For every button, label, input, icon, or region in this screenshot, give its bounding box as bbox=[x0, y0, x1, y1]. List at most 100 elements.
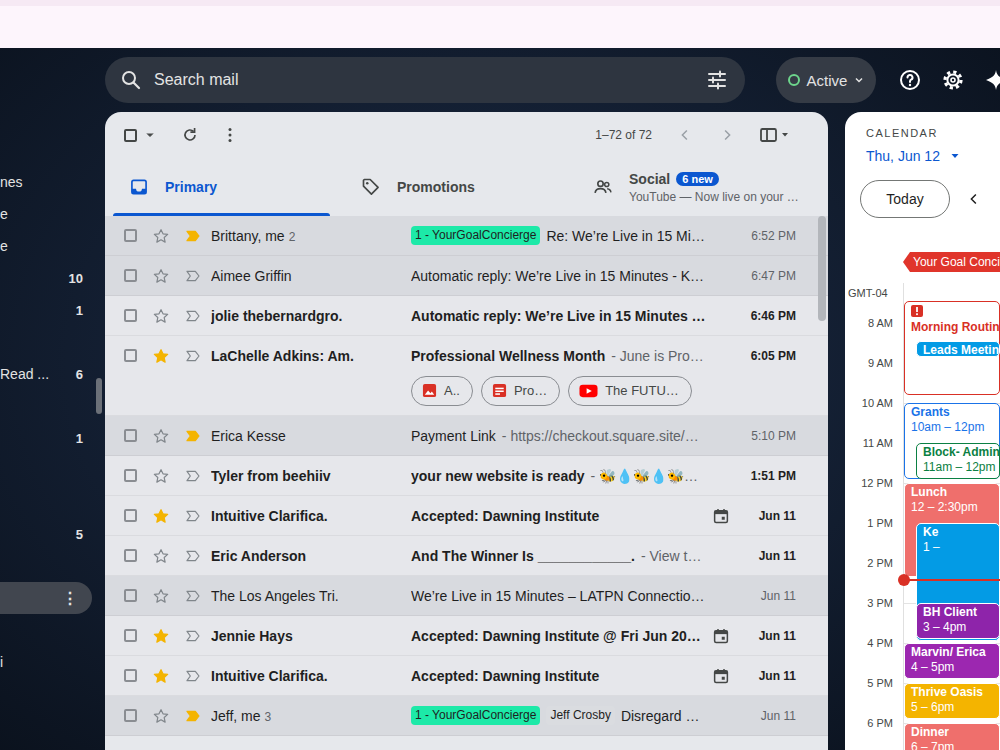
important-marker-icon[interactable] bbox=[185, 508, 201, 524]
star-icon[interactable] bbox=[153, 348, 169, 364]
row-checkbox[interactable] bbox=[124, 229, 137, 242]
important-marker-icon[interactable] bbox=[185, 228, 201, 244]
sidebar-item[interactable]: nes bbox=[0, 166, 95, 198]
sidebar-item[interactable] bbox=[0, 390, 95, 422]
refresh-icon[interactable] bbox=[180, 125, 200, 145]
calendar-event[interactable]: Leads Meeting bbox=[916, 341, 1000, 357]
label-tag[interactable]: 1 - YourGoalConcierge bbox=[411, 706, 540, 725]
chevron-left-icon[interactable] bbox=[676, 126, 694, 144]
all-day-event[interactable]: Your Goal Conci bbox=[903, 252, 1000, 272]
calendar-event[interactable]: Thrive Oasis5 – 6pm bbox=[904, 683, 1000, 719]
status-label[interactable]: Active bbox=[807, 72, 848, 89]
category-tab[interactable]: Promotions bbox=[345, 158, 577, 216]
sidebar-item[interactable] bbox=[0, 326, 95, 358]
star-icon[interactable] bbox=[153, 588, 169, 604]
sidebar-label[interactable]: e bbox=[0, 206, 83, 222]
sidebar-scrollbar[interactable] bbox=[96, 378, 102, 414]
mail-row[interactable]: jolie thebernardgro.Automatic reply: We’… bbox=[105, 296, 828, 336]
caret-down-icon[interactable] bbox=[854, 75, 864, 85]
star-icon[interactable] bbox=[153, 548, 169, 564]
sidebar-item[interactable] bbox=[0, 454, 95, 486]
sidebar-label[interactable]: nes bbox=[0, 174, 83, 190]
caret-down-icon[interactable] bbox=[950, 151, 960, 161]
mail-row[interactable]: Tyler from beehiivyour new website is re… bbox=[105, 456, 828, 496]
important-marker-icon[interactable] bbox=[185, 668, 201, 684]
select-all-checkbox[interactable] bbox=[124, 129, 137, 142]
important-marker-icon[interactable] bbox=[185, 308, 201, 324]
calendar-event[interactable]: Marvin/ Erica4 – 5pm bbox=[904, 643, 1000, 679]
calendar-event[interactable]: Dinner6 – 7pm bbox=[904, 723, 1000, 750]
calendar-date[interactable]: Thu, Jun 12 bbox=[866, 148, 940, 164]
row-checkbox[interactable] bbox=[124, 629, 137, 642]
important-marker-icon[interactable] bbox=[185, 628, 201, 644]
status-selector[interactable]: Active bbox=[776, 57, 876, 103]
search-bar[interactable]: Search mail bbox=[105, 57, 745, 103]
row-checkbox[interactable] bbox=[124, 669, 137, 682]
search-placeholder[interactable]: Search mail bbox=[154, 71, 694, 89]
row-checkbox[interactable] bbox=[124, 309, 137, 322]
sidebar-item[interactable]: e bbox=[0, 230, 95, 262]
mail-row[interactable]: Eric AndersonAnd The Winner Is _________… bbox=[105, 536, 828, 576]
star-icon[interactable] bbox=[153, 708, 169, 724]
mail-row[interactable]: Intuitive Clarifica.Accepted: Dawning In… bbox=[105, 496, 828, 536]
category-tab[interactable]: Social6 newYouTube — Now live on your … bbox=[577, 158, 828, 216]
split-pane-icon[interactable] bbox=[760, 127, 790, 143]
more-vertical-icon[interactable] bbox=[220, 125, 240, 145]
gear-icon[interactable] bbox=[941, 68, 965, 92]
tab-label[interactable]: Promotions bbox=[397, 179, 475, 195]
label-tag[interactable]: Jeff Crosby bbox=[546, 706, 614, 725]
row-checkbox[interactable] bbox=[124, 509, 137, 522]
label-tag[interactable]: 1 - YourGoalConcierge bbox=[411, 226, 540, 245]
sidebar-item[interactable]: e bbox=[0, 198, 95, 230]
mail-row[interactable]: Erica KessePayment Link- https://checkou… bbox=[105, 416, 828, 456]
sidebar-item[interactable]: i bbox=[0, 646, 95, 678]
sparkle-icon[interactable] bbox=[984, 68, 1000, 92]
attachment-chip[interactable]: The FUTU… bbox=[568, 376, 692, 406]
star-icon[interactable] bbox=[153, 268, 169, 284]
important-marker-icon[interactable] bbox=[185, 708, 201, 724]
tab-label[interactable]: Social bbox=[629, 171, 670, 187]
row-checkbox[interactable] bbox=[124, 269, 137, 282]
sidebar-item[interactable] bbox=[0, 486, 95, 518]
star-icon[interactable] bbox=[153, 428, 169, 444]
important-marker-icon[interactable] bbox=[185, 268, 201, 284]
row-checkbox[interactable] bbox=[124, 469, 137, 482]
mail-row[interactable]: Brittany, me21 - YourGoalConciergeRe: We… bbox=[105, 216, 828, 256]
attachment-chip[interactable]: Pro… bbox=[481, 376, 560, 406]
sidebar-more-button[interactable]: ⋮ bbox=[62, 589, 78, 608]
star-icon[interactable] bbox=[153, 668, 169, 684]
filter-icon[interactable] bbox=[705, 68, 729, 92]
row-checkbox[interactable] bbox=[124, 349, 137, 362]
important-marker-icon[interactable] bbox=[185, 588, 201, 604]
sidebar-label[interactable]: Read ... bbox=[0, 366, 76, 382]
calendar-date-picker[interactable]: Thu, Jun 12 bbox=[866, 146, 1000, 166]
important-marker-icon[interactable] bbox=[185, 548, 201, 564]
today-button[interactable]: Today bbox=[860, 180, 950, 218]
attachment-chip[interactable]: A.. bbox=[411, 376, 473, 406]
chevron-left-icon[interactable] bbox=[965, 190, 983, 208]
important-marker-icon[interactable] bbox=[185, 428, 201, 444]
sidebar-label[interactable]: i bbox=[0, 654, 83, 670]
mail-row[interactable]: LaChelle Adkins: Am.Professional Wellnes… bbox=[105, 336, 828, 416]
sidebar-label[interactable]: e bbox=[0, 238, 83, 254]
mail-row[interactable]: Jennie HaysAccepted: Dawning Institute @… bbox=[105, 616, 828, 656]
sidebar-item[interactable]: 10 bbox=[0, 262, 95, 294]
chevron-right-icon[interactable] bbox=[718, 126, 736, 144]
row-checkbox[interactable] bbox=[124, 709, 137, 722]
star-icon[interactable] bbox=[153, 508, 169, 524]
mail-row[interactable]: Intuitive Clarifica.Accepted: Dawning In… bbox=[105, 656, 828, 696]
star-icon[interactable] bbox=[153, 228, 169, 244]
calendar-event[interactable]: BH Client3 – 4pm bbox=[916, 603, 1000, 639]
calendar-invite-icon[interactable] bbox=[712, 507, 730, 525]
sidebar-item[interactable]: 1 bbox=[0, 294, 95, 326]
sidebar-item[interactable]: 1 bbox=[0, 422, 95, 454]
mail-scrollbar[interactable] bbox=[818, 216, 826, 321]
calendar-invite-icon[interactable] bbox=[712, 667, 730, 685]
sidebar-item[interactable]: ⋮ bbox=[0, 582, 92, 614]
sidebar-item[interactable]: Read ...6 bbox=[0, 358, 95, 390]
mail-row[interactable]: Aimee GriffinAutomatic reply: We’re Live… bbox=[105, 256, 828, 296]
mail-row[interactable]: The Los Angeles Tri.We’re Live in 15 Min… bbox=[105, 576, 828, 616]
row-checkbox[interactable] bbox=[124, 549, 137, 562]
row-checkbox[interactable] bbox=[124, 589, 137, 602]
star-icon[interactable] bbox=[153, 468, 169, 484]
